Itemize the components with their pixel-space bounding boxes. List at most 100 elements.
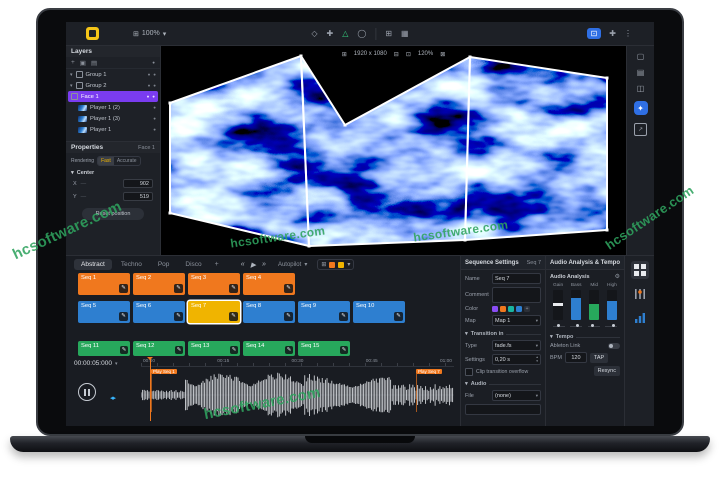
edit-sequence-button[interactable]: ✎ [119, 312, 128, 321]
chevron-down-icon[interactable]: ▾ [465, 331, 468, 337]
chevron-down-icon[interactable]: ▾ [465, 381, 468, 387]
columns-icon[interactable]: ◫ [637, 85, 645, 93]
sequence-pad[interactable]: Seq 1✎ [78, 273, 130, 295]
sequence-pad[interactable]: Seq 14✎ [243, 341, 295, 356]
visibility-toggle[interactable]: ● [148, 83, 151, 88]
gain-meter[interactable]: Gain [553, 283, 563, 320]
zoom-out-icon[interactable]: ⊟ [394, 51, 399, 58]
y-value-field[interactable]: 519 [123, 192, 153, 201]
grid-icon[interactable]: ⊞ [342, 51, 347, 58]
add-layer-button[interactable]: + [71, 59, 75, 66]
resync-button[interactable]: Resync [594, 366, 620, 376]
sliders-view-button[interactable] [631, 285, 649, 303]
mapping-canvas[interactable]: ⊞ 1920 x 1080 ⊟ ⊡ 120% ⊠ [161, 46, 626, 255]
edit-sequence-button[interactable]: ✎ [340, 346, 348, 354]
lock-toggle[interactable]: ● [152, 94, 155, 99]
edit-sequence-button[interactable]: ✎ [284, 284, 293, 293]
reset-position-button[interactable]: Reset position [82, 208, 144, 220]
bass-meter[interactable]: Bass [571, 283, 582, 320]
add-shape-icon[interactable]: ✚ [327, 29, 334, 38]
sequence-pad[interactable]: Seq 13✎ [188, 341, 240, 356]
tap-tempo-button[interactable]: TAP [590, 353, 608, 363]
color-swatch[interactable] [492, 306, 498, 312]
display-options[interactable]: ⊞ ▾ [317, 259, 354, 270]
stepper-arrows[interactable]: ▴▾ [536, 356, 538, 363]
comment-field[interactable] [492, 287, 541, 303]
layer-item-face1[interactable]: Face 1 ●● [68, 91, 158, 102]
edit-sequence-button[interactable]: ✎ [175, 346, 183, 354]
render-mode-accurate[interactable]: Accurate [114, 157, 140, 165]
ableton-link-toggle[interactable] [608, 343, 620, 349]
color-swatch[interactable] [508, 306, 514, 312]
timecode-display[interactable]: 00:00:05:000 ▾ [74, 360, 117, 367]
tab-pop[interactable]: Pop [151, 259, 177, 270]
edit-sequence-button[interactable]: ✎ [339, 312, 348, 321]
layer-item-player1[interactable]: Player 1 ● [66, 124, 160, 135]
sensitivity-slider[interactable] [605, 323, 617, 329]
previous-icon[interactable]: « [241, 261, 245, 269]
tab-disco[interactable]: Disco [178, 259, 208, 270]
mask-tool-icon[interactable]: ▦ [401, 29, 409, 38]
clipped-field[interactable] [465, 404, 541, 415]
export-icon[interactable]: ↗ [634, 123, 647, 136]
color-swatch[interactable] [500, 306, 506, 312]
layer-item-group2[interactable]: ▾ Group 2 ●● [66, 80, 160, 91]
mid-meter[interactable]: Mid [589, 283, 599, 320]
edit-sequence-button[interactable]: ✎ [284, 312, 293, 321]
visibility-toggle[interactable]: ● [148, 72, 151, 77]
group-layers-button[interactable]: ▣ [80, 59, 86, 67]
autopilot-dropdown[interactable]: Autopilot ▾ [278, 261, 307, 268]
grid-tool-icon[interactable]: ⊞ [385, 29, 392, 38]
sequence-pad[interactable]: Seq 8✎ [243, 301, 295, 323]
edit-sequence-button[interactable]: ✎ [174, 312, 183, 321]
chevron-down-icon[interactable]: ▾ [70, 83, 73, 89]
visibility-toggle[interactable]: ● [153, 116, 156, 121]
edit-sequence-button[interactable]: ✎ [119, 284, 128, 293]
zoom-in-icon[interactable]: ⊡ [406, 51, 411, 58]
layer-item-group1[interactable]: ▾ Group 1 ●● [66, 69, 160, 80]
sensitivity-slider[interactable] [553, 323, 565, 329]
timeline-marker[interactable]: Play Seq 7 [416, 369, 442, 374]
visibility-all-toggle[interactable]: ● [152, 60, 155, 65]
select-tool-icon[interactable]: ◇ [311, 29, 317, 38]
edit-sequence-button[interactable]: ✎ [229, 284, 238, 293]
chevron-down-icon[interactable]: ▾ [550, 334, 553, 340]
next-icon[interactable]: » [262, 261, 266, 269]
library-badge[interactable]: ✦ [634, 101, 648, 115]
visibility-toggle[interactable]: ● [153, 127, 156, 132]
layer-item-player1-3[interactable]: Player 1 (3) ● [66, 113, 160, 124]
playhead[interactable] [150, 357, 151, 421]
chevron-down-icon[interactable]: ▾ [70, 72, 73, 78]
triangle-tool-icon[interactable]: △ [342, 29, 348, 38]
color-swatch[interactable] [516, 306, 522, 312]
sequence-pad[interactable]: Seq 9✎ [298, 301, 350, 323]
sequence-pad[interactable]: Seq 6✎ [133, 301, 185, 323]
layer-item-player1-2[interactable]: Player 1 (2) ● [66, 102, 160, 113]
sequence-pad[interactable]: Seq 5✎ [78, 301, 130, 323]
sequence-pad-selected[interactable]: Seq 7✎ [188, 301, 240, 323]
crosshair-icon[interactable]: ✚ [609, 29, 616, 38]
visibility-toggle[interactable]: ● [147, 94, 150, 99]
render-mode-fast[interactable]: Fast [98, 157, 114, 165]
chevron-down-icon[interactable]: ▾ [71, 170, 74, 176]
pause-button[interactable] [78, 383, 96, 401]
sensitivity-slider[interactable] [570, 323, 582, 329]
meters-view-button[interactable] [631, 309, 649, 327]
edit-sequence-button[interactable]: ✎ [120, 346, 128, 354]
edit-sequence-button[interactable]: ✎ [285, 346, 293, 354]
sequence-pad[interactable]: Seq 3✎ [188, 273, 240, 295]
output-toggle-button[interactable]: ⊡ [587, 28, 602, 39]
tab-abstract[interactable]: Abstract [74, 259, 112, 270]
clip-overflow-checkbox[interactable] [465, 368, 473, 376]
lock-toggle[interactable]: ● [153, 83, 156, 88]
sequence-pad[interactable]: Seq 4✎ [243, 273, 295, 295]
x-value-field[interactable]: 902 [123, 179, 153, 188]
edit-sequence-button[interactable]: ✎ [394, 312, 403, 321]
grid-view-button[interactable] [631, 261, 649, 279]
layer-list-button[interactable]: ▤ [91, 59, 97, 67]
audio-waveform[interactable]: Play Seq 1 Play Seq 7 [141, 367, 454, 423]
play-icon[interactable]: ▶ [251, 261, 256, 269]
app-logo[interactable] [86, 27, 99, 40]
lock-toggle[interactable]: ● [153, 72, 156, 77]
panels-icon[interactable]: ▤ [637, 69, 645, 77]
